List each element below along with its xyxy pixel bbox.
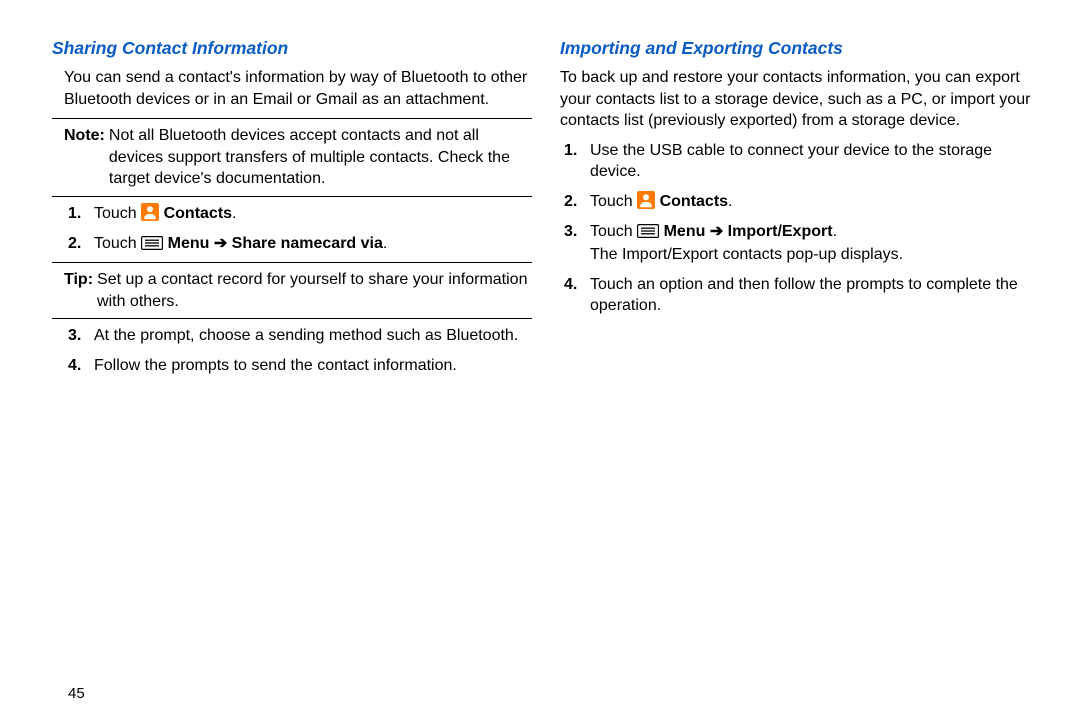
period: . — [728, 193, 732, 210]
steps-sharing-b: At the prompt, choose a sending method s… — [64, 325, 532, 376]
heading-sharing: Sharing Contact Information — [52, 38, 532, 59]
menu-icon — [637, 224, 659, 238]
step-2: Touch Contacts. — [560, 191, 1040, 213]
heading-importing: Importing and Exporting Contacts — [560, 38, 1040, 59]
tip-label: Tip: — [64, 269, 97, 312]
import-export-label: Import/Export — [723, 223, 832, 240]
note-body: Not all Bluetooth devices accept contact… — [109, 125, 532, 190]
steps-importing: Use the USB cable to connect your device… — [560, 140, 1040, 317]
note-label: Note: — [64, 125, 109, 190]
contacts-label: Contacts — [164, 205, 232, 222]
step-1: Use the USB cable to connect your device… — [560, 140, 1040, 183]
step-1: Touch Contacts. — [64, 203, 532, 225]
arrow-icon: ➔ — [214, 235, 227, 252]
page-number: 45 — [68, 685, 85, 702]
left-column: Sharing Contact Information You can send… — [52, 38, 532, 706]
intro-sharing: You can send a contact's information by … — [64, 67, 532, 110]
intro-importing: To back up and restore your contacts inf… — [560, 67, 1040, 132]
menu-label: Menu — [168, 235, 214, 252]
contacts-icon — [141, 203, 159, 221]
period: . — [833, 223, 837, 240]
menu-icon — [141, 236, 163, 250]
contacts-icon — [637, 191, 655, 209]
divider — [52, 262, 532, 263]
step-text: Touch — [590, 223, 637, 240]
divider — [52, 118, 532, 119]
manual-page: Sharing Contact Information You can send… — [0, 0, 1080, 720]
divider — [52, 196, 532, 197]
steps-sharing-a: Touch Contacts. Touch Menu ➔ Share namec… — [64, 203, 532, 254]
step-3-sub: The Import/Export contacts pop-up displa… — [590, 244, 1040, 266]
share-namecard-label: Share namecard via — [227, 235, 383, 252]
step-4: Follow the prompts to send the contact i… — [64, 355, 532, 377]
note-block: Note: Not all Bluetooth devices accept c… — [64, 125, 532, 190]
step-4: Touch an option and then follow the prom… — [560, 274, 1040, 317]
arrow-icon: ➔ — [710, 223, 723, 240]
divider — [52, 318, 532, 319]
step-text: Touch — [94, 205, 141, 222]
menu-label: Menu — [664, 223, 710, 240]
step-text: Touch — [94, 235, 137, 252]
step-2: Touch Menu ➔ Share namecard via. — [64, 233, 532, 255]
period: . — [383, 235, 387, 252]
right-column: Importing and Exporting Contacts To back… — [560, 38, 1040, 706]
tip-body: Set up a contact record for yourself to … — [97, 269, 532, 312]
step-text: Touch — [590, 193, 637, 210]
step-3: At the prompt, choose a sending method s… — [64, 325, 532, 347]
tip-block: Tip: Set up a contact record for yoursel… — [64, 269, 532, 312]
period: . — [232, 205, 236, 222]
contacts-label: Contacts — [660, 193, 728, 210]
step-3: Touch Menu ➔ Import/Export. The Import/E… — [560, 221, 1040, 266]
